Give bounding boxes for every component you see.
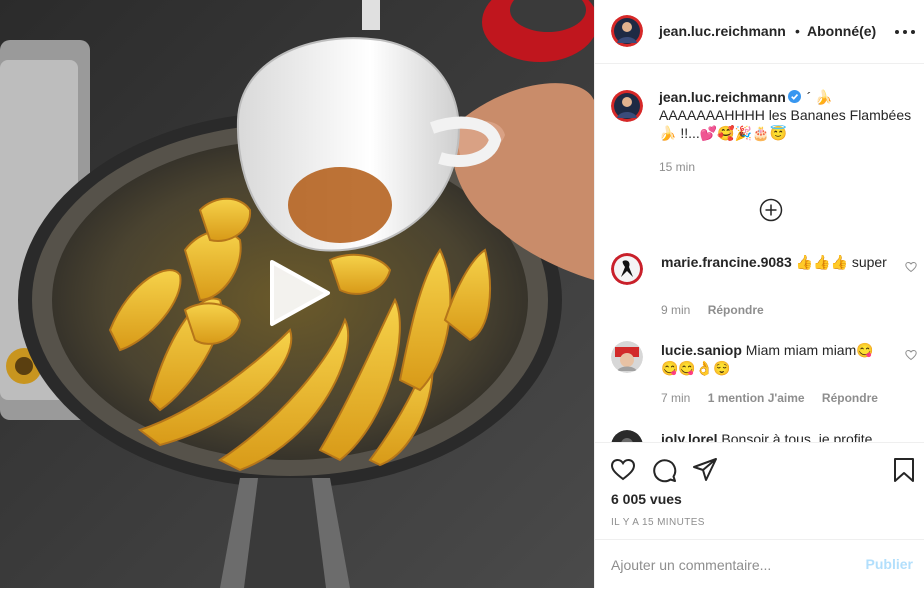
view-count[interactable]: 6 005 vues <box>611 491 682 507</box>
comment-meta: 7 min 1 mention J'aime Répondre <box>661 391 878 405</box>
caption-username[interactable]: jean.luc.reichmann <box>659 89 786 105</box>
commenter-avatar[interactable] <box>611 341 643 373</box>
comment-time[interactable]: 7 min <box>661 391 690 405</box>
instagram-post-dialog: jean.luc.reichmann • Abonné(e) jean.luc.… <box>0 0 924 588</box>
post-sidebar: jean.luc.reichmann • Abonné(e) jean.luc.… <box>594 0 924 588</box>
post-video[interactable] <box>0 0 594 588</box>
comment-form: Publier <box>595 539 924 589</box>
caption-avatar[interactable] <box>611 90 643 122</box>
verified-badge-icon <box>787 90 801 103</box>
reply-button[interactable]: Répondre <box>708 303 764 317</box>
author-avatar[interactable] <box>611 15 643 47</box>
bookmark-icon[interactable] <box>891 457 917 483</box>
play-button[interactable] <box>264 258 334 328</box>
comment-likes[interactable]: 1 mention J'aime <box>708 391 805 405</box>
comment-text: lucie.saniop Miam miam miam😋😋😋👌😌 <box>661 341 891 377</box>
separator-dot: • <box>795 23 800 39</box>
plus-circle-icon[interactable] <box>759 198 783 222</box>
more-options-icon[interactable] <box>893 22 917 42</box>
comment-username[interactable]: lucie.saniop <box>661 342 742 358</box>
post-timestamp[interactable]: IL Y A 15 MINUTES <box>611 517 705 528</box>
comment-username[interactable]: marie.francine.9083 <box>661 254 792 270</box>
comment-username[interactable]: joly.lorel <box>661 431 718 442</box>
post-actions: 6 005 vues IL Y A 15 MINUTES Publier <box>595 442 924 588</box>
play-icon <box>270 260 330 326</box>
comment-body: 👍👍👍 super <box>791 254 887 270</box>
comment-icon[interactable] <box>651 457 677 483</box>
like-comment-icon[interactable] <box>905 349 917 361</box>
like-comment-icon[interactable] <box>905 261 917 273</box>
heart-icon[interactable] <box>610 457 636 483</box>
commenter-avatar[interactable] <box>611 430 643 442</box>
comment-meta: 9 min Répondre <box>661 303 764 317</box>
share-icon[interactable] <box>692 457 718 483</box>
comment-input[interactable] <box>611 554 851 576</box>
comments-list[interactable]: jean.luc.reichmann ´ 🍌 AAAAAAAHHHH les B… <box>595 64 924 442</box>
publish-button[interactable]: Publier <box>866 556 913 572</box>
caption-time[interactable]: 15 min <box>659 160 695 174</box>
reply-button[interactable]: Répondre <box>822 391 878 405</box>
post-header: jean.luc.reichmann • Abonné(e) <box>595 0 924 64</box>
follow-status-button[interactable]: Abonné(e) <box>807 23 876 39</box>
comment-body: Bonsoir à tous, je profite <box>717 431 873 442</box>
caption-body: jean.luc.reichmann ´ 🍌 AAAAAAAHHHH les B… <box>659 88 921 142</box>
author-username[interactable]: jean.luc.reichmann <box>659 23 786 39</box>
comment-text: marie.francine.9083 👍👍👍 super <box>661 253 891 271</box>
comment-time[interactable]: 9 min <box>661 303 690 317</box>
comment-text: joly.lorel Bonsoir à tous, je profite <box>661 430 891 442</box>
commenter-avatar[interactable] <box>611 253 643 285</box>
